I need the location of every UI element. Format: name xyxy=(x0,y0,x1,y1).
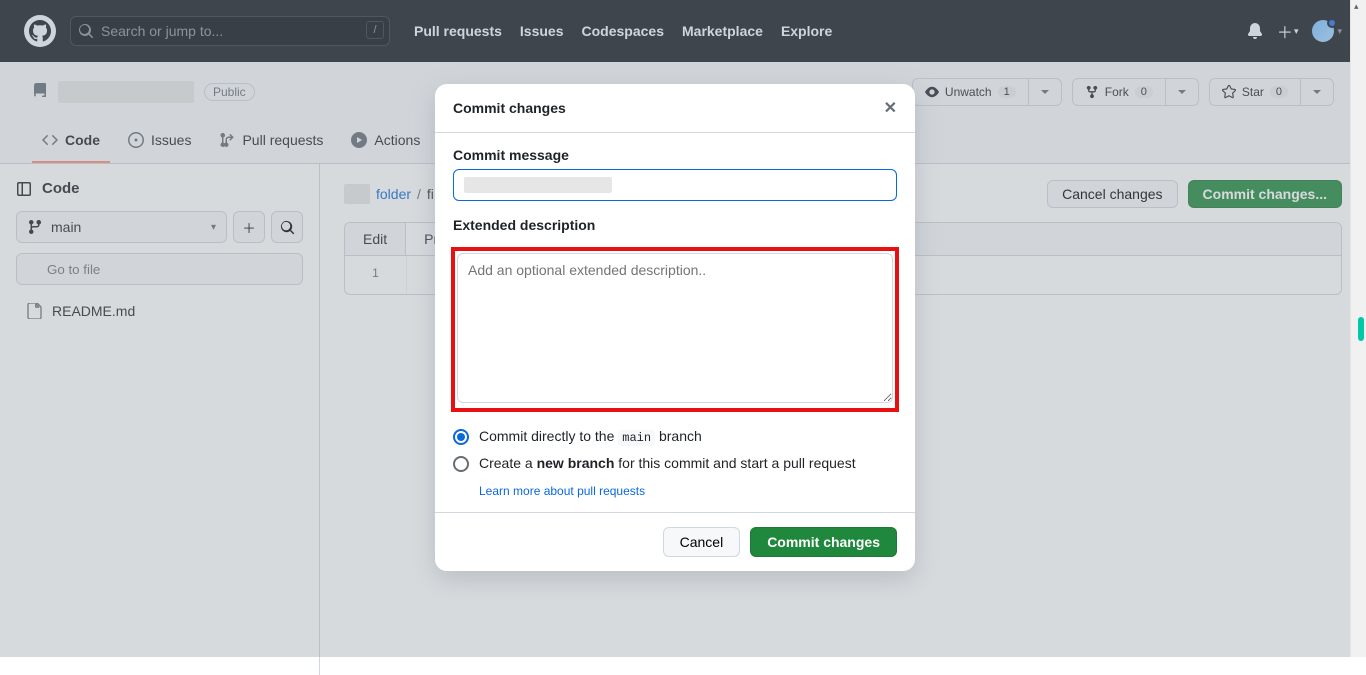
radio-unchecked-icon xyxy=(453,456,469,472)
commit-message-input[interactable] xyxy=(453,169,897,201)
dialog-commit-button[interactable]: Commit changes xyxy=(750,527,897,557)
commit-option-direct[interactable]: Commit directly to the main branch xyxy=(453,428,897,445)
commit-message-redacted xyxy=(464,177,612,193)
extended-description-input[interactable] xyxy=(457,253,893,403)
commit-dialog: Commit changes ✕ Commit message Extended… xyxy=(435,84,915,571)
radio-checked-icon xyxy=(453,429,469,445)
commit-option-new-branch[interactable]: Create a new branch for this commit and … xyxy=(453,455,897,472)
learn-more-link[interactable]: Learn more about pull requests xyxy=(479,484,645,498)
close-icon[interactable]: ✕ xyxy=(884,98,897,118)
scrollbar[interactable]: ▴ xyxy=(1350,0,1366,657)
extended-description-highlight xyxy=(451,247,899,412)
scrollbar-thumb[interactable] xyxy=(1358,317,1364,341)
dialog-title: Commit changes xyxy=(453,100,566,116)
dialog-cancel-button[interactable]: Cancel xyxy=(663,527,741,557)
scroll-up-icon[interactable]: ▴ xyxy=(1354,1,1359,12)
commit-message-label: Commit message xyxy=(453,147,897,163)
extended-description-label: Extended description xyxy=(453,217,897,233)
